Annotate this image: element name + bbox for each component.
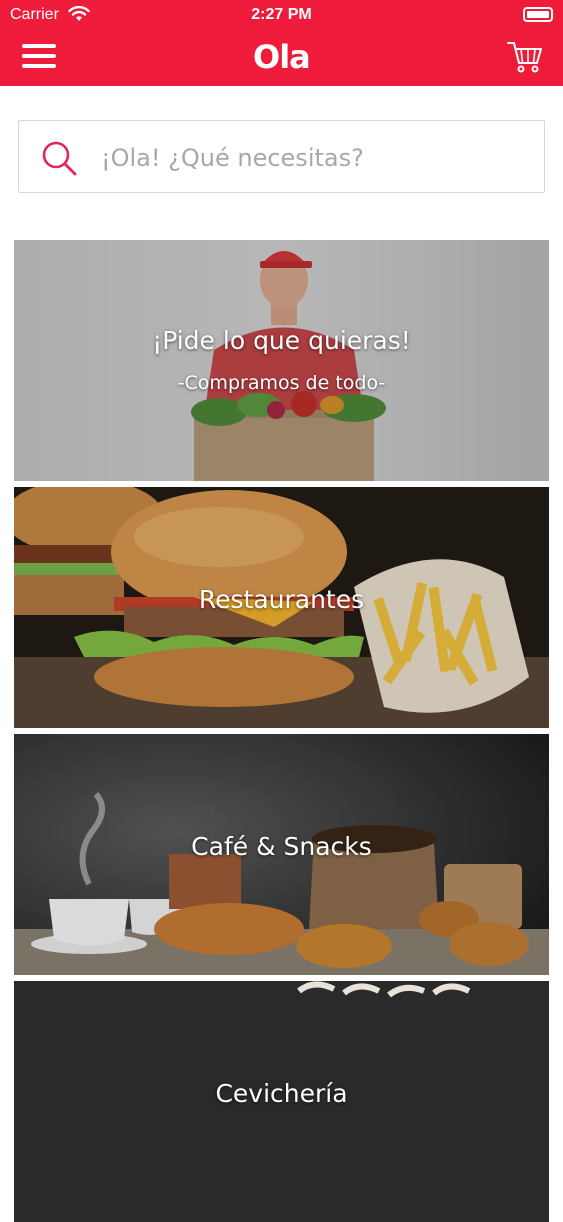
category-title: Cevichería — [215, 1079, 348, 1108]
clock: 2:27 PM — [251, 6, 312, 23]
category-title: Café & Snacks — [191, 832, 372, 861]
category-subtitle: -Compramos de todo- — [177, 372, 386, 394]
battery-icon — [523, 7, 553, 22]
category-title: ¡Pide lo que quieras! — [152, 326, 411, 355]
hamburger-icon — [22, 44, 56, 48]
menu-button[interactable] — [22, 44, 56, 70]
search-icon — [42, 141, 77, 176]
search-bar[interactable] — [18, 120, 545, 193]
category-card-cevicheria[interactable]: Cevichería — [14, 981, 549, 1222]
shopping-cart-icon[interactable] — [507, 40, 543, 74]
delivery-person-image — [14, 240, 549, 481]
category-card-restaurantes[interactable]: Restaurantes — [14, 487, 549, 728]
search-input[interactable] — [101, 141, 521, 175]
category-card-pide[interactable]: ¡Pide lo que quieras! -Compramos de todo… — [14, 240, 549, 481]
app-header: Carrier 2:27 PM Ola — [0, 0, 563, 86]
category-title: Restaurantes — [198, 585, 365, 614]
category-card-cafe-snacks[interactable]: Café & Snacks — [14, 734, 549, 975]
app-logo[interactable]: Ola — [253, 38, 311, 76]
status-bar: Carrier 2:27 PM — [0, 0, 563, 30]
